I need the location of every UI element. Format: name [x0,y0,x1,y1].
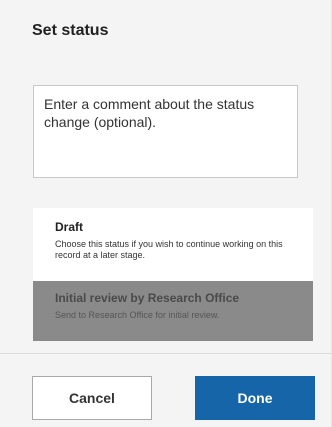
cancel-button[interactable]: Cancel [32,376,152,420]
status-option-description: Choose this status if you wish to contin… [55,239,283,260]
set-status-panel: Set status Enter a comment about the sta… [0,0,332,427]
status-option-initial-review[interactable]: Initial review by Research Office Send t… [33,281,313,341]
footer-divider [0,353,332,354]
status-option-draft[interactable]: Draft Choose this status if you wish to … [33,208,313,281]
status-comment-field[interactable]: Enter a comment about the status change … [33,85,298,178]
status-options-list: Draft Choose this status if you wish to … [33,208,313,341]
status-option-name: Draft [55,220,84,234]
dialog-title: Set status [32,22,109,39]
status-option-description: Send to Research Office for initial revi… [55,310,220,320]
status-option-name: Initial review by Research Office [55,291,240,305]
done-button[interactable]: Done [195,376,315,420]
